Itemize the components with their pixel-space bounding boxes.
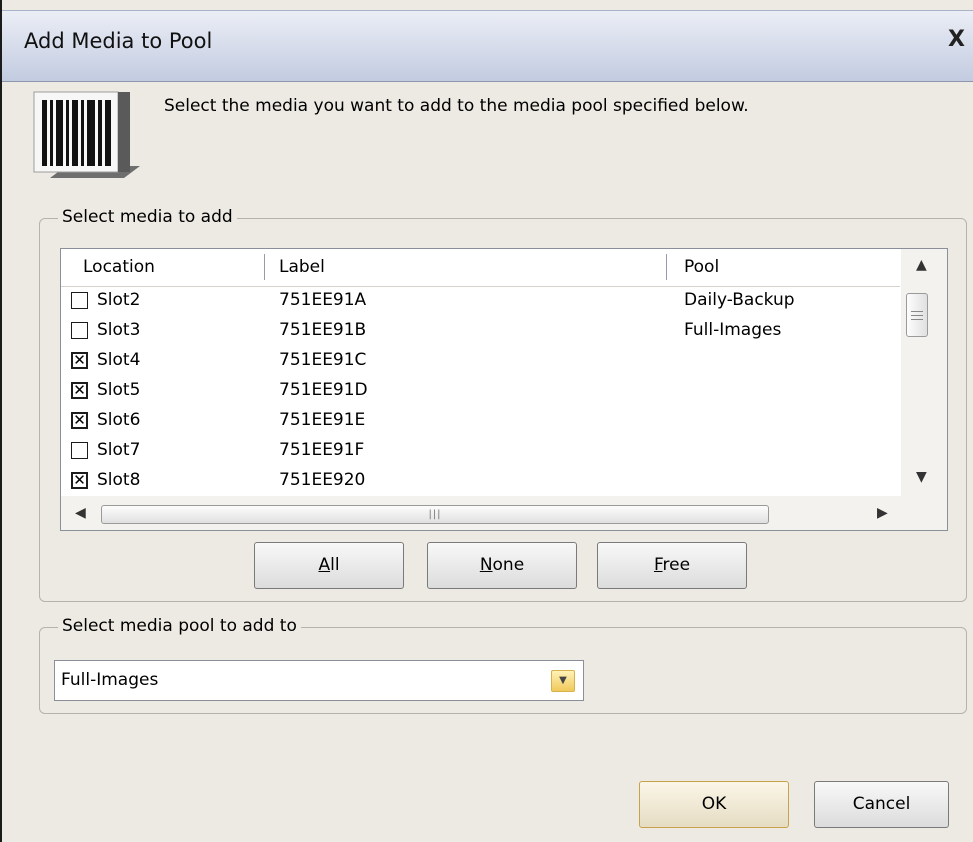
label-cell: 751EE91E	[279, 410, 366, 430]
scroll-right-arrow-icon[interactable]: ▶	[877, 505, 888, 521]
vertical-scroll-thumb[interactable]	[906, 293, 928, 337]
location-cell: Slot2	[97, 290, 141, 310]
table-row[interactable]: ✕ Slot4 751EE91C	[61, 346, 900, 376]
label-cell: 751EE91A	[279, 290, 367, 310]
row-checkbox[interactable]	[71, 292, 88, 309]
location-cell: Slot8	[97, 470, 141, 490]
selected-pool-value: Full-Images	[61, 670, 159, 690]
scroll-left-arrow-icon[interactable]: ◀	[75, 505, 86, 521]
column-divider[interactable]	[264, 254, 265, 280]
table-row[interactable]: ✕ Slot8 751EE920	[61, 466, 900, 496]
select-media-legend: Select media to add	[58, 207, 237, 227]
close-icon[interactable]: X	[948, 27, 965, 52]
table-row[interactable]: Slot7 751EE91F	[61, 436, 900, 466]
pool-cell: Full-Images	[684, 320, 782, 340]
select-pool-legend: Select media pool to add to	[58, 616, 301, 636]
none-button[interactable]: None	[427, 542, 577, 589]
vertical-scrollbar[interactable]: ▲ ▼	[901, 249, 947, 497]
horizontal-scrollbar[interactable]: ◀ ||| ▶	[61, 496, 947, 530]
media-list[interactable]: Location Label Pool Slot2 751EE91A Daily…	[60, 248, 948, 531]
location-cell: Slot7	[97, 440, 141, 460]
column-divider[interactable]	[666, 254, 667, 280]
label-cell: 751EE91C	[279, 350, 367, 370]
row-checkbox[interactable]: ✕	[71, 352, 88, 369]
table-row[interactable]: ✕ Slot6 751EE91E	[61, 406, 900, 436]
row-checkbox[interactable]	[71, 322, 88, 339]
row-checkbox[interactable]: ✕	[71, 382, 88, 399]
all-button[interactable]: All	[254, 542, 404, 589]
add-media-dialog: Add Media to Pool X Select the media you…	[0, 0, 973, 842]
table-row[interactable]: Slot3 751EE91B Full-Images	[61, 316, 900, 346]
label-cell: 751EE91D	[279, 380, 368, 400]
scroll-up-arrow-icon[interactable]: ▲	[916, 257, 927, 273]
ok-button[interactable]: OK	[639, 781, 789, 828]
cancel-button[interactable]: Cancel	[814, 781, 949, 828]
column-header-label[interactable]: Label	[279, 257, 325, 277]
dropdown-arrow-icon[interactable]: ▼	[551, 670, 575, 692]
list-header: Location Label Pool	[61, 249, 900, 287]
media-pool-dropdown[interactable]: Full-Images ▼	[54, 660, 584, 701]
column-header-pool[interactable]: Pool	[684, 257, 719, 277]
horizontal-scroll-thumb[interactable]: |||	[101, 505, 769, 524]
table-row[interactable]: Slot2 751EE91A Daily-Backup	[61, 286, 900, 316]
location-cell: Slot4	[97, 350, 141, 370]
location-cell: Slot5	[97, 380, 141, 400]
pool-cell: Daily-Backup	[684, 290, 795, 310]
instruction-text: Select the media you want to add to the …	[164, 96, 749, 116]
location-cell: Slot6	[97, 410, 141, 430]
table-row[interactable]: ✕ Slot5 751EE91D	[61, 376, 900, 406]
title-bar[interactable]: Add Media to Pool X	[2, 10, 973, 82]
location-cell: Slot3	[97, 320, 141, 340]
row-checkbox[interactable]: ✕	[71, 412, 88, 429]
barcode-media-icon	[33, 91, 140, 178]
row-checkbox[interactable]	[71, 442, 88, 459]
label-cell: 751EE920	[279, 470, 366, 490]
row-checkbox[interactable]: ✕	[71, 472, 88, 489]
column-header-location[interactable]: Location	[83, 257, 155, 277]
scroll-down-arrow-icon[interactable]: ▼	[916, 469, 927, 485]
free-button[interactable]: Free	[597, 542, 747, 589]
label-cell: 751EE91F	[279, 440, 365, 460]
label-cell: 751EE91B	[279, 320, 367, 340]
window-title: Add Media to Pool	[24, 29, 213, 53]
